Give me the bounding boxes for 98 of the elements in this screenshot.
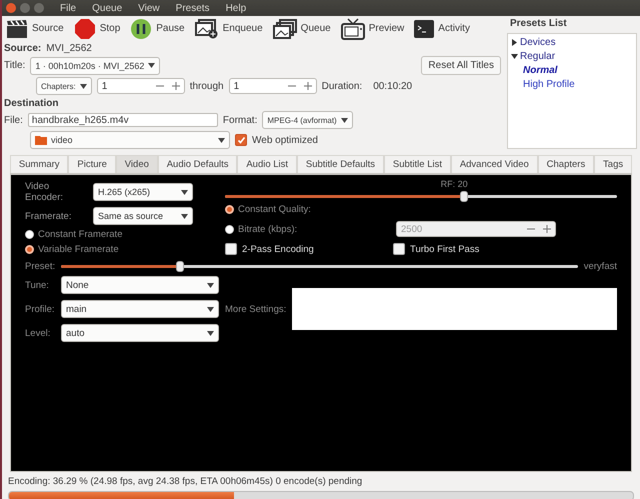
picture-add-icon xyxy=(194,18,219,38)
framerate-label: Framerate: xyxy=(25,210,72,222)
tab[interactable]: Audio List xyxy=(237,155,297,173)
range-mode-dropdown[interactable]: Chapters: xyxy=(36,77,92,95)
more-settings-field[interactable] xyxy=(292,288,617,330)
toolbar-button[interactable]: Preview xyxy=(338,18,406,40)
radio-label: Constant Framerate xyxy=(38,229,122,240)
menu-item[interactable]: Queue xyxy=(92,2,122,14)
tab[interactable]: Audio Defaults xyxy=(158,155,238,173)
folder-icon xyxy=(35,135,47,145)
framerate-dropdown[interactable]: Same as source xyxy=(93,207,193,225)
caret-icon xyxy=(218,138,225,142)
toolbar-button[interactable]: Stop xyxy=(72,18,122,40)
plus-icon[interactable] xyxy=(172,82,180,90)
radio-label: Variable Framerate xyxy=(38,244,119,255)
setting-dropdown[interactable]: main xyxy=(61,300,219,318)
more-settings-label: More Settings: xyxy=(225,304,286,314)
expanded-arrow-icon[interactable] xyxy=(511,53,518,60)
start-chapter-field[interactable]: 1 xyxy=(96,78,185,94)
rf-value-label: RF: 20 xyxy=(440,179,469,189)
preset-group[interactable]: Regular xyxy=(511,51,633,62)
source-label: Source: xyxy=(4,43,42,54)
menu-item[interactable]: File xyxy=(60,2,76,14)
checkbox-label: 2-Pass Encoding xyxy=(242,244,314,254)
format-label: Format: xyxy=(222,114,258,126)
title-dropdown[interactable]: 1 · 00h10m20s · MVI_2562 xyxy=(30,56,160,74)
duration-label: Duration: xyxy=(322,80,362,92)
caret-icon xyxy=(181,214,188,218)
folder-dropdown[interactable]: video xyxy=(30,131,230,149)
tab[interactable]: Picture xyxy=(68,155,116,173)
file-name-field[interactable]: handbrake_h265.m4v xyxy=(28,113,218,127)
toolbar-button[interactable]: Pause xyxy=(128,18,187,40)
preset-item[interactable]: Normal xyxy=(511,65,633,76)
web-optimized-label: Web optimized xyxy=(252,134,318,146)
setting-dropdown[interactable]: None xyxy=(61,276,219,294)
tab[interactable]: Subtitle List xyxy=(384,155,451,173)
tab[interactable]: Chapters xyxy=(538,155,594,173)
toolbar-button[interactable]: Activity xyxy=(412,20,472,38)
toolbar-button[interactable]: Queue xyxy=(270,18,333,38)
tab[interactable]: Tags xyxy=(594,155,632,173)
tab[interactable]: Summary xyxy=(10,155,68,173)
caret-icon xyxy=(80,84,87,88)
tv-icon xyxy=(340,18,365,40)
radio-label: Bitrate (kbps): xyxy=(238,224,298,234)
setting-label: Profile: xyxy=(25,304,56,314)
caret-icon xyxy=(340,118,348,122)
source-name: MVI_2562 xyxy=(46,43,92,54)
radio-button[interactable] xyxy=(225,205,234,214)
preset-item[interactable]: High Profile xyxy=(511,79,633,90)
caret-icon xyxy=(181,190,188,194)
checkbox[interactable] xyxy=(225,243,237,255)
setting-dropdown[interactable]: auto xyxy=(61,324,219,342)
pictures-icon xyxy=(272,18,297,38)
file-label: File: xyxy=(4,114,23,126)
reset-all-titles-button[interactable]: Reset All Titles xyxy=(421,56,501,75)
menu-item[interactable]: View xyxy=(138,2,160,14)
preset-label: Preset: xyxy=(25,261,56,272)
toolbar-button[interactable]: Enqueue xyxy=(192,18,265,38)
title-label: Title: xyxy=(4,60,26,71)
tab[interactable]: Video xyxy=(116,155,158,173)
clapperboard-icon xyxy=(6,18,28,38)
radio-button[interactable] xyxy=(225,224,234,234)
menu-item[interactable]: Presets xyxy=(176,2,210,14)
menu-item[interactable]: Help xyxy=(226,2,246,14)
collapsed-arrow-icon[interactable] xyxy=(511,39,518,46)
tab[interactable]: Subtitle Defaults xyxy=(296,155,384,173)
presets-list-title: Presets List xyxy=(509,17,568,31)
slider-thumb[interactable] xyxy=(176,261,184,272)
close-button[interactable] xyxy=(6,3,16,13)
terminal-icon xyxy=(414,20,434,38)
plus-icon[interactable] xyxy=(304,82,312,90)
caret-icon xyxy=(207,306,214,312)
preset-value-label: veryfast xyxy=(584,261,617,272)
format-dropdown[interactable]: MPEG-4 (avformat) xyxy=(262,111,353,129)
preset-group[interactable]: Devices xyxy=(511,37,633,48)
radio-label: Constant Quality: xyxy=(238,204,312,215)
caret-icon xyxy=(148,63,156,68)
destination-heading: Destination xyxy=(4,98,60,109)
pause-icon xyxy=(130,18,152,40)
duration-value: 00:10:20 xyxy=(373,80,412,92)
toolbar-button[interactable]: Source xyxy=(4,18,66,38)
checkbox-label: Turbo First Pass xyxy=(410,244,480,254)
tab[interactable]: Advanced Video xyxy=(450,155,538,173)
status-text: Encoding: 36.29 % (24.98 fps, avg 24.38 fps, ETA 00h06m45s) 0 encode(s) pending xyxy=(7,475,364,488)
through-label: through xyxy=(190,80,224,92)
slider-thumb[interactable] xyxy=(460,191,468,202)
stop-icon xyxy=(74,18,96,40)
end-chapter-field[interactable]: 1 xyxy=(228,78,317,94)
video-encoder-label: Video Encoder: xyxy=(25,181,64,203)
caret-icon xyxy=(207,282,214,288)
checkbox[interactable] xyxy=(235,134,247,146)
video-encoder-dropdown[interactable]: H.265 (x265) xyxy=(93,183,193,201)
setting-label: Level: xyxy=(25,328,52,338)
caret-icon xyxy=(207,330,214,336)
checkbox[interactable] xyxy=(393,243,405,255)
setting-label: Tune: xyxy=(25,280,50,290)
radio-button[interactable] xyxy=(25,245,34,254)
radio-button[interactable] xyxy=(25,230,34,239)
